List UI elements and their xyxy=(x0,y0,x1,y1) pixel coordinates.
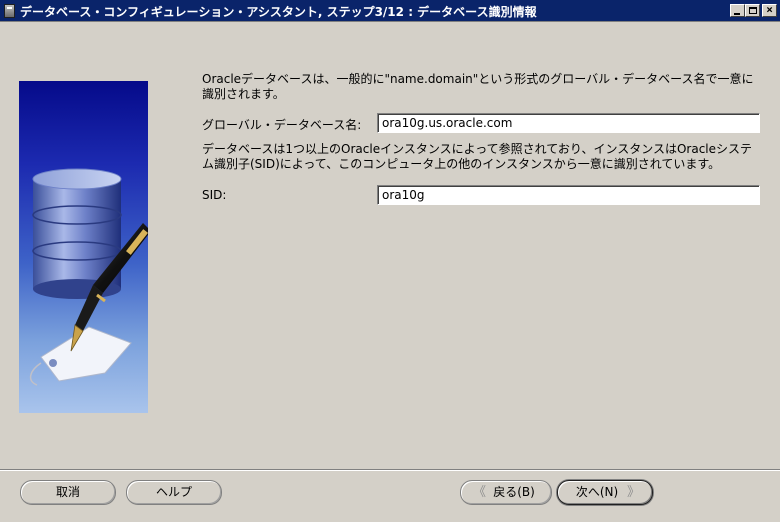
chevron-right-icon: 》 xyxy=(626,485,640,500)
app-icon xyxy=(4,4,15,18)
maximize-icon xyxy=(749,7,757,14)
cancel-button[interactable]: 取消 xyxy=(20,480,116,505)
footer-divider xyxy=(0,469,780,471)
wizard-illustration xyxy=(19,81,148,413)
sid-description: データベースは1つ以上のOracleインスタンスによって参照されており、インスタ… xyxy=(202,142,753,171)
title-bar[interactable]: データベース・コンフィギュレーション・アシスタント, ステップ3/12 : デー… xyxy=(0,0,780,22)
global-db-name-input[interactable]: ora10g.us.oracle.com xyxy=(377,113,760,133)
sid-input[interactable]: ora10g xyxy=(377,185,760,205)
chevron-left-icon: 《 xyxy=(473,485,487,500)
help-button-label: ヘルプ xyxy=(155,485,192,499)
tag-icon xyxy=(29,326,132,386)
dbca-window: データベース・コンフィギュレーション・アシスタント, ステップ3/12 : デー… xyxy=(0,0,780,522)
help-button[interactable]: ヘルプ xyxy=(126,480,222,505)
cancel-button-label: 取消 xyxy=(55,485,80,499)
close-button[interactable]: × xyxy=(762,3,777,17)
back-button-label: 戻る(B) xyxy=(493,485,535,499)
minimize-button[interactable] xyxy=(730,4,745,17)
next-button[interactable]: 次へ(N) 》 xyxy=(557,480,653,505)
close-icon: × xyxy=(766,3,773,16)
next-button-label: 次へ(N) xyxy=(575,485,619,499)
minimize-icon xyxy=(734,13,740,15)
sid-label: SID: xyxy=(202,188,227,202)
database-pen-illustration xyxy=(29,168,148,386)
global-db-name-label: グローバル・データベース名: xyxy=(202,118,362,132)
intro-text: Oracleデータベースは、一般的に"name.domain"という形式のグロー… xyxy=(202,72,754,101)
back-button[interactable]: 《 戻る(B) xyxy=(460,480,552,505)
maximize-button[interactable] xyxy=(745,4,760,17)
window-title: データベース・コンフィギュレーション・アシスタント, ステップ3/12 : デー… xyxy=(20,5,537,19)
